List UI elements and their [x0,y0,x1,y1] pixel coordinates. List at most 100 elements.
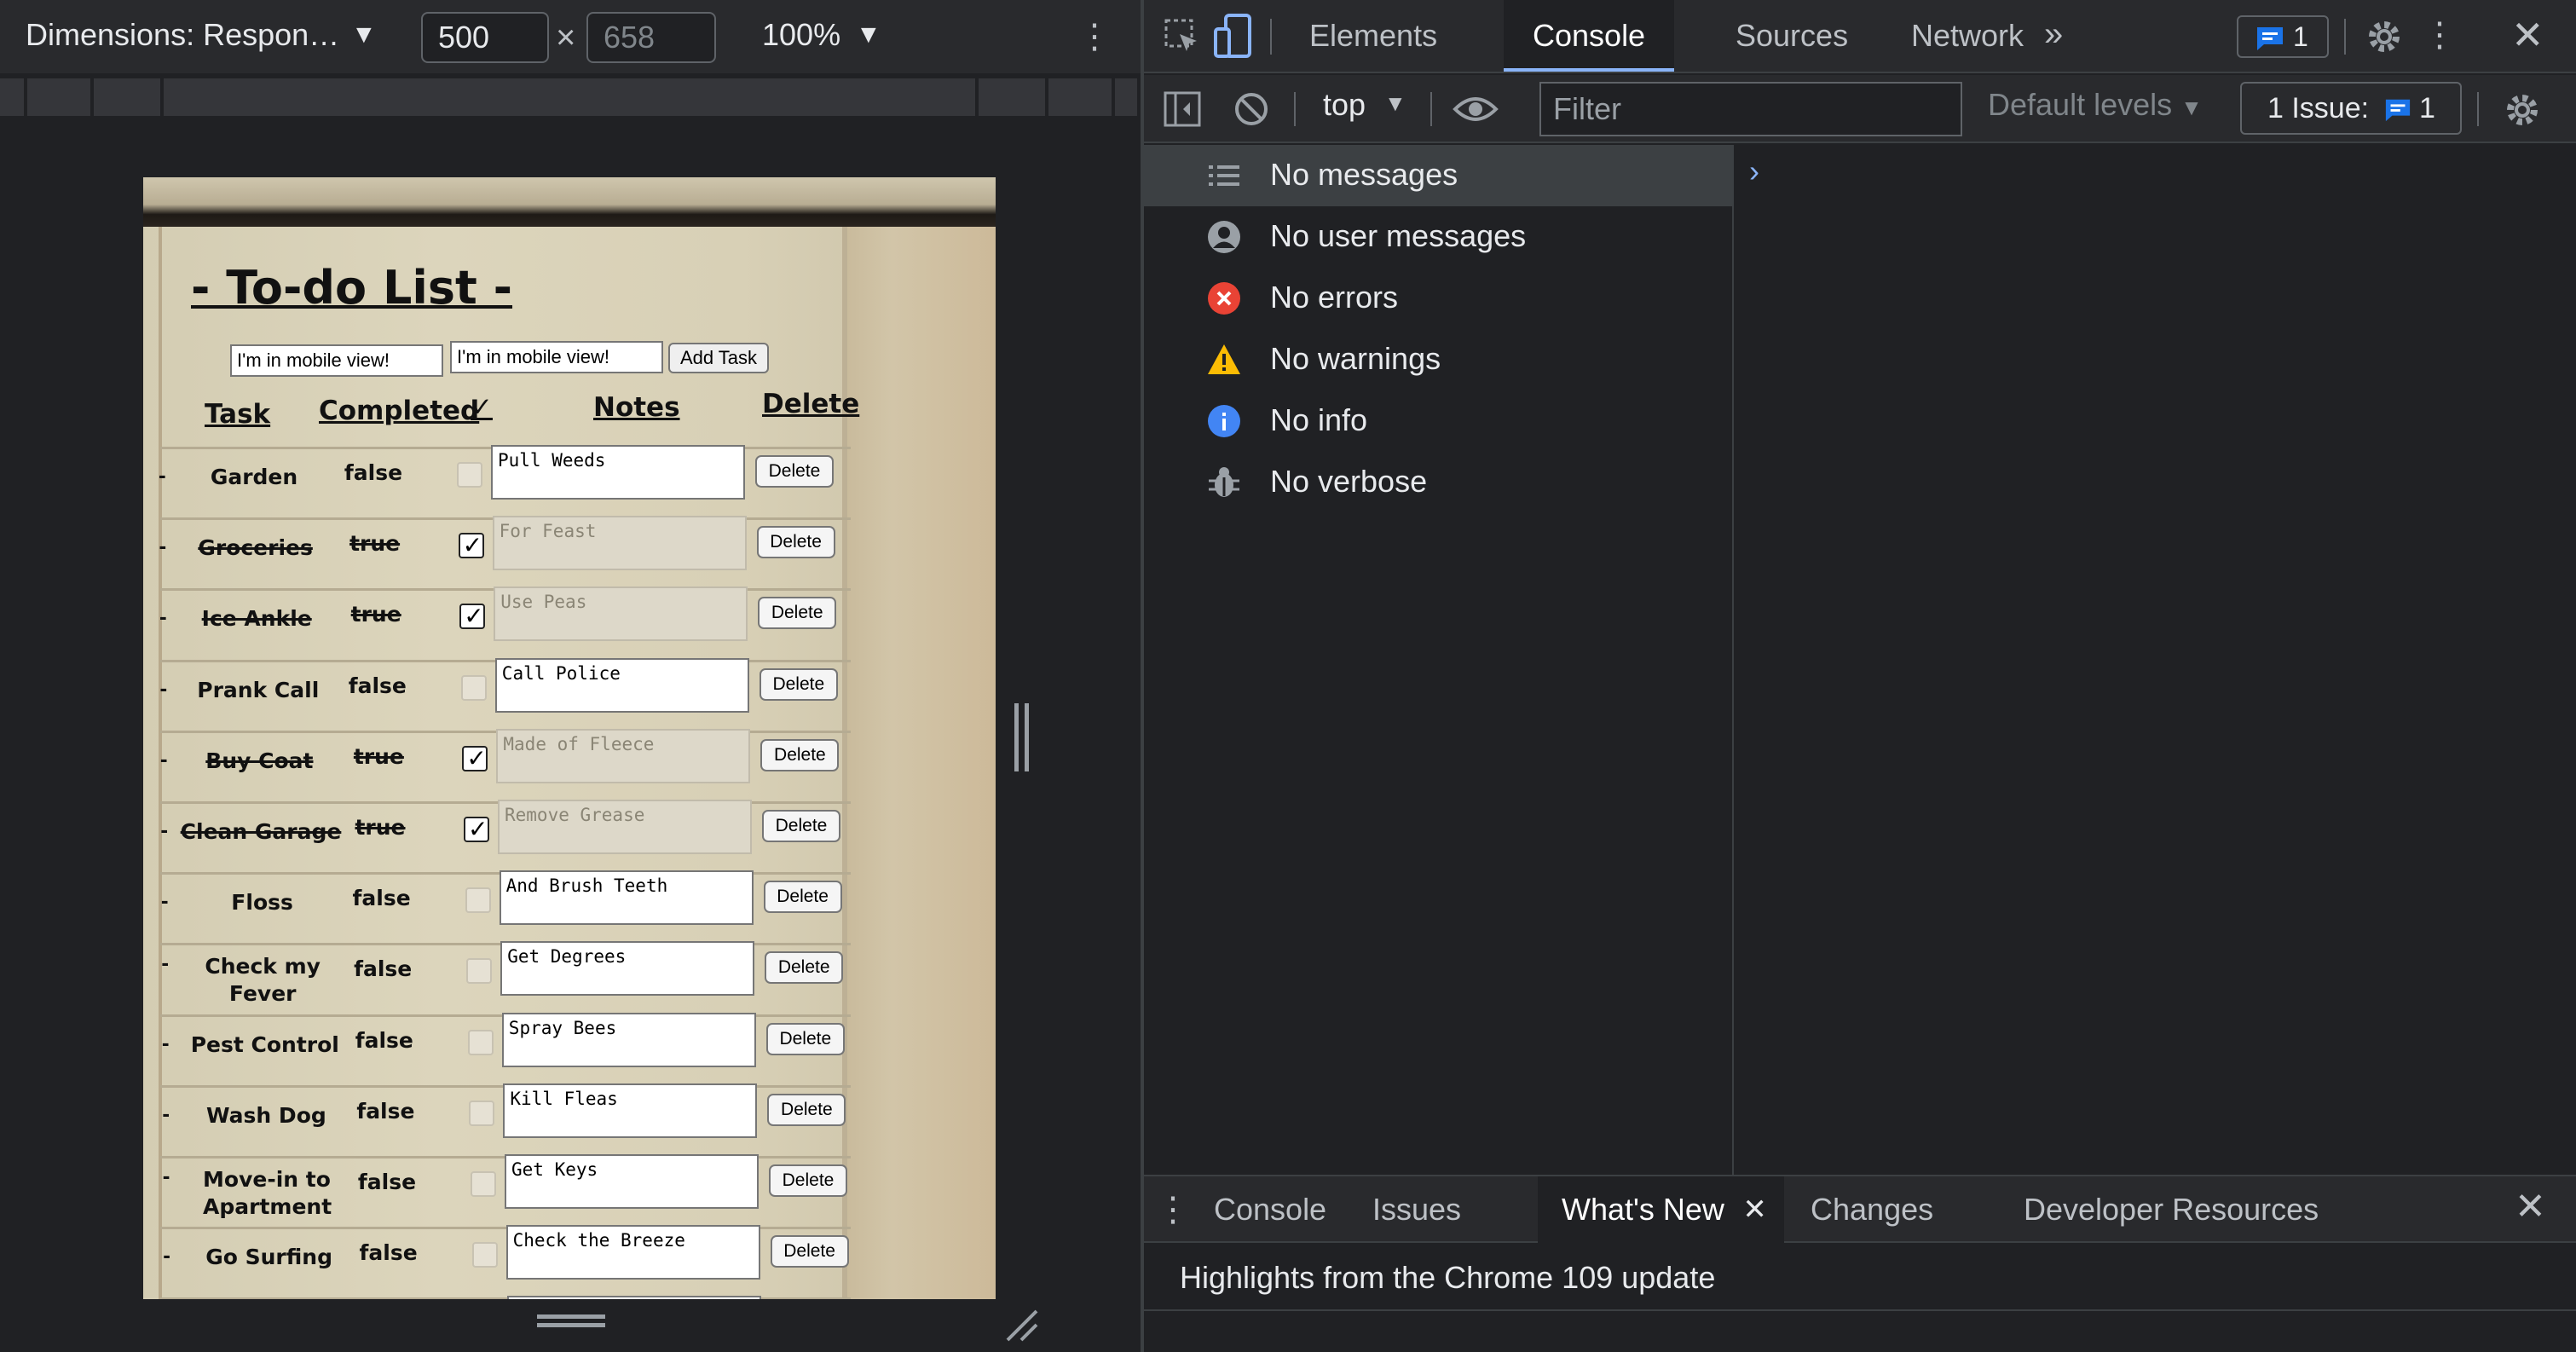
issue-counter-button[interactable]: 1 Issue: 1 [2240,82,2462,135]
completed-checkbox[interactable] [457,462,482,488]
live-expression-eye-icon[interactable] [1453,94,1499,124]
notes-field[interactable]: And Brush Teeth [499,870,754,926]
completed-checkbox[interactable] [462,744,488,772]
notes-field[interactable]: Call Police [494,657,749,713]
zoom-dropdown[interactable]: 100% [762,17,840,53]
customize-menu-icon[interactable]: ⋮ [2423,15,2457,55]
notes-field[interactable]: Use Peas [494,586,748,642]
notes-field[interactable]: For Feast [492,516,747,571]
console-output[interactable]: › [1736,145,2576,1175]
completed-checkbox[interactable] [460,674,487,701]
notes-field[interactable]: Spray Bees [501,1012,756,1067]
resize-handle-bottom[interactable] [537,1314,605,1332]
sidebar-toggle-icon[interactable] [1163,90,1202,128]
task-name-input[interactable]: I'm in mobile view! [230,344,443,377]
notes-field[interactable]: Kill Fleas [503,1083,758,1138]
notes-field[interactable]: Get Keys [505,1154,759,1209]
completed-checkbox[interactable] [459,602,486,630]
notes-field[interactable]: Pull Weeds [491,445,745,500]
media-query-segment[interactable] [94,78,164,116]
log-levels-dropdown[interactable]: Default levels ▼ [1988,87,2203,123]
completed-checkbox[interactable] [465,887,491,914]
info-icon [1208,405,1240,437]
task-name: Wash Dog [206,1102,326,1128]
delete-button[interactable]: Delete [755,455,834,488]
close-drawer-icon[interactable]: ✕ [2515,1185,2546,1228]
delete-button[interactable]: Delete [767,1093,846,1126]
issues-badge[interactable]: 1 [2237,15,2329,58]
resize-handle-right[interactable] [1014,703,1031,771]
more-tabs-icon[interactable]: » [2044,15,2063,54]
notes-field[interactable]: Pay Fees [507,1296,762,1299]
user-circle-icon [1208,221,1240,253]
device-toggle-icon[interactable] [1214,12,1253,61]
tab-elements[interactable]: Elements [1280,0,1466,72]
drawer-tab-console[interactable]: Console [1190,1176,1350,1243]
completed-checkbox[interactable] [467,1029,494,1055]
completed-checkbox[interactable] [466,958,493,985]
tab-sources[interactable]: Sources [1707,0,1877,72]
clear-console-icon[interactable] [1233,90,1270,128]
sidebar-item-info[interactable]: No info [1144,390,1732,452]
drawer-tab-issues[interactable]: Issues [1349,1176,1485,1243]
delete-button[interactable]: Delete [762,810,840,842]
height-input[interactable]: 658 [586,12,716,63]
zoom-caret-icon[interactable]: ▼ [856,20,881,49]
resize-corner-icon[interactable] [1002,1306,1040,1343]
delete-button[interactable]: Delete [765,951,844,985]
media-query-segment[interactable] [27,78,94,116]
sidebar-item-warnings[interactable]: No warnings [1144,329,1732,390]
sidebar-item-label: No errors [1270,280,1399,315]
drawer-tab-changes[interactable]: Changes [1787,1176,1957,1243]
column-header-task: Task [205,399,271,430]
row-bullet: - [159,745,168,771]
delete-button[interactable]: Delete [759,667,838,701]
tab-console[interactable]: Console [1504,0,1675,72]
inspect-element-icon[interactable] [1163,17,1202,56]
notes-field[interactable]: Check the Breeze [505,1225,760,1280]
completed-checkbox[interactable] [471,1171,496,1197]
notes-field[interactable]: Remove Grease [498,800,752,854]
task-notes-input[interactable]: I'm in mobile view! [450,341,663,373]
delete-button[interactable]: Delete [756,526,835,559]
dimensions-caret-icon[interactable]: ▼ [351,20,377,49]
tab-network[interactable]: Network [1882,0,2053,72]
width-input[interactable]: 500 [421,12,549,63]
media-query-segment[interactable] [164,78,979,116]
completed-checkbox[interactable] [471,1242,498,1268]
sidebar-item-messages[interactable]: No messages [1144,145,1732,206]
drawer-tab-whats-new[interactable]: What's New ✕ [1538,1176,1784,1243]
media-query-segment[interactable] [979,78,1048,116]
drawer-menu-icon[interactable]: ⋮ [1156,1190,1190,1229]
delete-button[interactable]: Delete [758,597,837,630]
sidebar-item-errors[interactable]: No errors [1144,268,1732,329]
media-query-segment[interactable] [1048,78,1115,116]
completed-checkbox[interactable] [464,815,489,843]
delete-button[interactable]: Delete [769,1164,847,1197]
log-levels-label: Default levels [1988,87,2173,122]
console-filter-input[interactable]: Filter [1539,82,1962,136]
delete-button[interactable]: Delete [770,1235,849,1268]
media-query-segment[interactable] [0,78,27,116]
close-devtools-icon[interactable]: ✕ [2511,12,2544,58]
notes-field[interactable]: Made of Fleece [496,728,751,783]
context-caret-icon[interactable]: ▼ [1384,90,1406,117]
drawer-tab-developer-resources[interactable]: Developer Resources [2000,1176,2342,1243]
notes-field[interactable]: Get Degrees [500,941,755,997]
console-settings-gear-icon[interactable] [2503,90,2542,130]
add-task-button[interactable]: Add Task [668,343,769,373]
media-query-segment[interactable] [1115,78,1141,116]
completed-checkbox[interactable] [469,1100,495,1126]
dimensions-dropdown[interactable]: Dimensions: Respon… [26,17,339,53]
delete-button[interactable]: Delete [763,881,842,914]
sidebar-item-verbose[interactable]: No verbose [1144,452,1732,513]
delete-button[interactable]: Delete [765,1022,845,1055]
context-selector[interactable]: top [1323,87,1366,123]
close-tab-icon[interactable]: ✕ [1742,1176,1767,1243]
completed-checkbox[interactable] [458,531,484,559]
settings-gear-icon[interactable] [2365,17,2404,56]
completed-value: false [356,1098,415,1124]
sidebar-item-user-messages[interactable]: No user messages [1144,206,1732,268]
delete-button[interactable]: Delete [760,738,840,771]
more-options-icon[interactable]: ⋮ [1077,19,1112,56]
